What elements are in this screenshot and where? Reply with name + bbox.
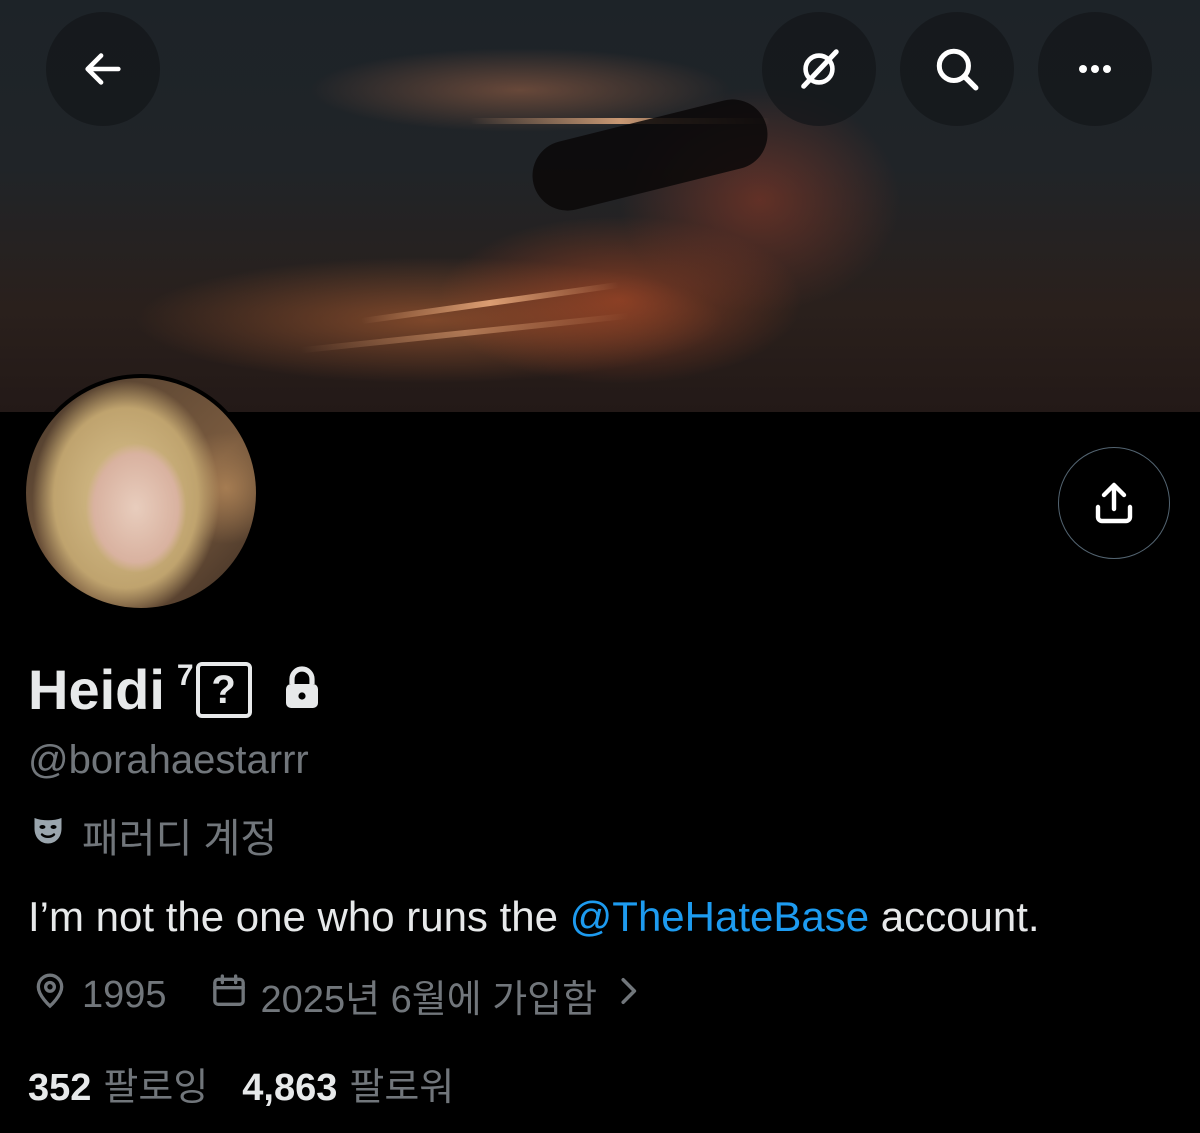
name-suffix: 7	[176, 659, 194, 692]
location-item: 1995	[30, 971, 167, 1021]
profile-bio: I’m not the one who runs the @TheHateBas…	[28, 893, 1040, 941]
following-label: 팔로잉	[103, 1067, 209, 1109]
display-name-row: Heidi 7 ?	[28, 655, 322, 725]
joined-date-item[interactable]: 2025년 6월에 가입함	[209, 968, 642, 1023]
followers-label: 팔로워	[349, 1067, 455, 1109]
display-name: Heidi	[28, 658, 165, 721]
followers-link[interactable]: 4,863 팔로워	[242, 1056, 454, 1111]
profile-meta: 1995 2025년 6월에 가입함	[30, 968, 641, 1023]
following-count: 352	[28, 1067, 92, 1109]
back-button[interactable]	[46, 12, 160, 126]
lock-icon	[282, 665, 322, 715]
search-icon	[936, 48, 979, 91]
location-pin-icon	[30, 971, 70, 1021]
location-text: 1995	[82, 974, 167, 1016]
avatar-image	[26, 378, 256, 608]
follow-stats: 352 팔로잉 4,863 팔로워	[28, 1056, 454, 1111]
unknown-glyph-badge: ?	[195, 662, 252, 718]
followers-count: 4,863	[242, 1067, 338, 1109]
share-button[interactable]	[1058, 447, 1170, 559]
more-horizontal-icon	[1079, 65, 1111, 73]
avatar[interactable]	[22, 374, 260, 612]
bio-text-prefix: I’m not the one who runs the	[28, 893, 570, 940]
parody-label: 패러디 계정	[82, 817, 278, 861]
more-button[interactable]	[1038, 12, 1152, 126]
username-handle: @borahaestarrr	[28, 738, 309, 782]
profile-banner[interactable]	[0, 0, 1200, 412]
share-icon	[1095, 482, 1133, 524]
parody-label-row[interactable]: 패러디 계정	[30, 806, 277, 864]
bio-mention-link[interactable]: @TheHateBase	[570, 893, 869, 940]
calendar-icon	[209, 971, 249, 1021]
joined-date-text: 2025년 6월에 가입함	[260, 979, 598, 1021]
grok-button[interactable]	[762, 12, 876, 126]
bio-text-suffix: account.	[869, 893, 1040, 940]
search-button[interactable]	[900, 12, 1014, 126]
arrow-left-icon	[85, 53, 121, 85]
grok-icon	[801, 49, 839, 89]
following-link[interactable]: 352 팔로잉	[28, 1056, 208, 1111]
chevron-right-icon	[615, 974, 641, 1017]
parody-mask-icon	[30, 812, 66, 858]
